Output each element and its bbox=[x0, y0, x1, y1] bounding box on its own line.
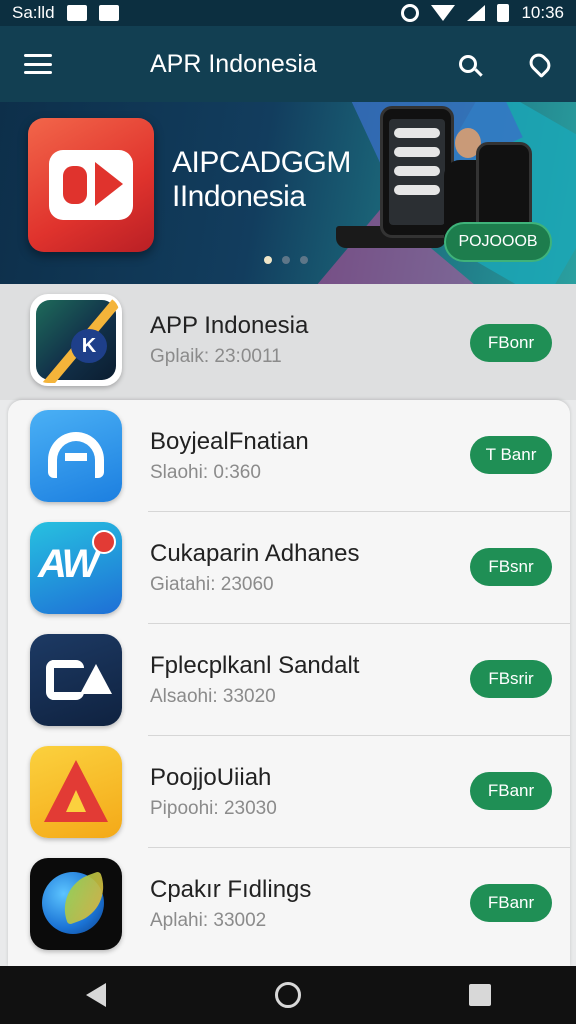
app-name: BoyjealFnatian bbox=[150, 428, 309, 455]
app-icon-navy bbox=[30, 634, 122, 726]
carrier-label: Sa:lld bbox=[12, 3, 55, 22]
app-list: BoyjealFnatian Slaohi: 0:360 T Banr AW C… bbox=[8, 400, 570, 966]
carousel-indicator bbox=[264, 256, 308, 264]
install-button[interactable]: FBsrir bbox=[470, 660, 552, 698]
app-name: APP Indonesia bbox=[150, 312, 309, 339]
app-name: Fplecplkanl Sandalt bbox=[150, 652, 360, 679]
back-button[interactable] bbox=[66, 966, 126, 1024]
app-meta: Aplahi: 33002 bbox=[150, 910, 267, 931]
location-pin-icon bbox=[525, 49, 555, 79]
home-button[interactable] bbox=[258, 966, 318, 1024]
list-item[interactable]: AW Cukaparin Adhanes Giatahi: 23060 FBsn… bbox=[8, 512, 570, 624]
status-bar: Sa:lld 10:36 bbox=[0, 0, 576, 26]
app-meta: Giatahi: 23060 bbox=[150, 574, 274, 595]
featured-app-icon: K bbox=[30, 294, 122, 386]
recents-icon bbox=[469, 984, 491, 1006]
back-icon bbox=[86, 983, 106, 1007]
banner-title: AIPCADGGM IIndonesia bbox=[172, 146, 351, 214]
play-logo-icon bbox=[49, 150, 133, 220]
app-icon-a-blue bbox=[30, 410, 122, 502]
hamburger-icon bbox=[24, 54, 52, 74]
wifi-icon bbox=[431, 5, 456, 21]
app-meta: Alsaohi: 33020 bbox=[150, 686, 276, 707]
battery-icon bbox=[497, 4, 510, 22]
list-item[interactable]: BoyjealFnatian Slaohi: 0:360 T Banr bbox=[8, 400, 570, 512]
install-button[interactable]: FBonr bbox=[470, 324, 552, 362]
signal-icon bbox=[467, 5, 486, 21]
app-name: PoojjoUiiah bbox=[150, 764, 272, 791]
list-item[interactable]: Cpakır Fıdlings Aplahi: 33002 FBanr bbox=[8, 848, 570, 960]
phone-illustration bbox=[380, 106, 454, 238]
banner-title-line1: AIPCADGGM bbox=[172, 146, 351, 179]
banner-cta-button[interactable]: POJOOOB bbox=[444, 222, 552, 262]
carousel-dot[interactable] bbox=[282, 256, 290, 264]
app-bar: APR Indonesia bbox=[0, 26, 576, 102]
menu-button[interactable] bbox=[0, 26, 76, 102]
app-icon-globe bbox=[30, 858, 122, 950]
app-icon-a-yellow bbox=[30, 746, 122, 838]
search-icon bbox=[459, 55, 477, 73]
nfc-icon bbox=[98, 5, 119, 21]
app-title: APR Indonesia bbox=[150, 49, 317, 78]
settings-icon bbox=[401, 4, 420, 22]
app-meta: Gplaik: 23:0011 bbox=[150, 346, 282, 367]
search-button[interactable] bbox=[432, 26, 504, 102]
banner-title-line2: IIndonesia bbox=[172, 180, 306, 213]
list-item[interactable]: Fplecplkanl Sandalt Alsaohi: 33020 FBsri… bbox=[8, 624, 570, 736]
app-name: Cukaparin Adhanes bbox=[150, 540, 360, 567]
promo-banner[interactable]: AIPCADGGM IIndonesia POJOOOB bbox=[0, 102, 576, 284]
recents-button[interactable] bbox=[450, 966, 510, 1024]
home-icon bbox=[275, 982, 301, 1008]
install-button[interactable]: FBsnr bbox=[470, 548, 552, 586]
banner-app-logo bbox=[28, 118, 154, 252]
install-button[interactable]: FBanr bbox=[470, 772, 552, 810]
clock: 10:36 bbox=[521, 3, 564, 22]
app-meta: Pipoohi: 23030 bbox=[150, 798, 277, 819]
system-nav-bar bbox=[0, 966, 576, 1024]
app-meta: Slaohi: 0:360 bbox=[150, 462, 261, 483]
carousel-dot[interactable] bbox=[300, 256, 308, 264]
location-button[interactable] bbox=[504, 26, 576, 102]
install-button[interactable]: FBanr bbox=[470, 884, 552, 922]
app-name: Cpakır Fıdlings bbox=[150, 876, 312, 903]
app-icon-aw: AW bbox=[30, 522, 122, 614]
photo-icon bbox=[66, 5, 87, 21]
list-item[interactable]: PoojjoUiiah Pipoohi: 23030 FBanr bbox=[8, 736, 570, 848]
featured-app-row[interactable]: K APP Indonesia Gplaik: 23:0011 FBonr bbox=[0, 284, 576, 400]
install-button[interactable]: T Banr bbox=[470, 436, 552, 474]
carousel-dot-active[interactable] bbox=[264, 256, 272, 264]
